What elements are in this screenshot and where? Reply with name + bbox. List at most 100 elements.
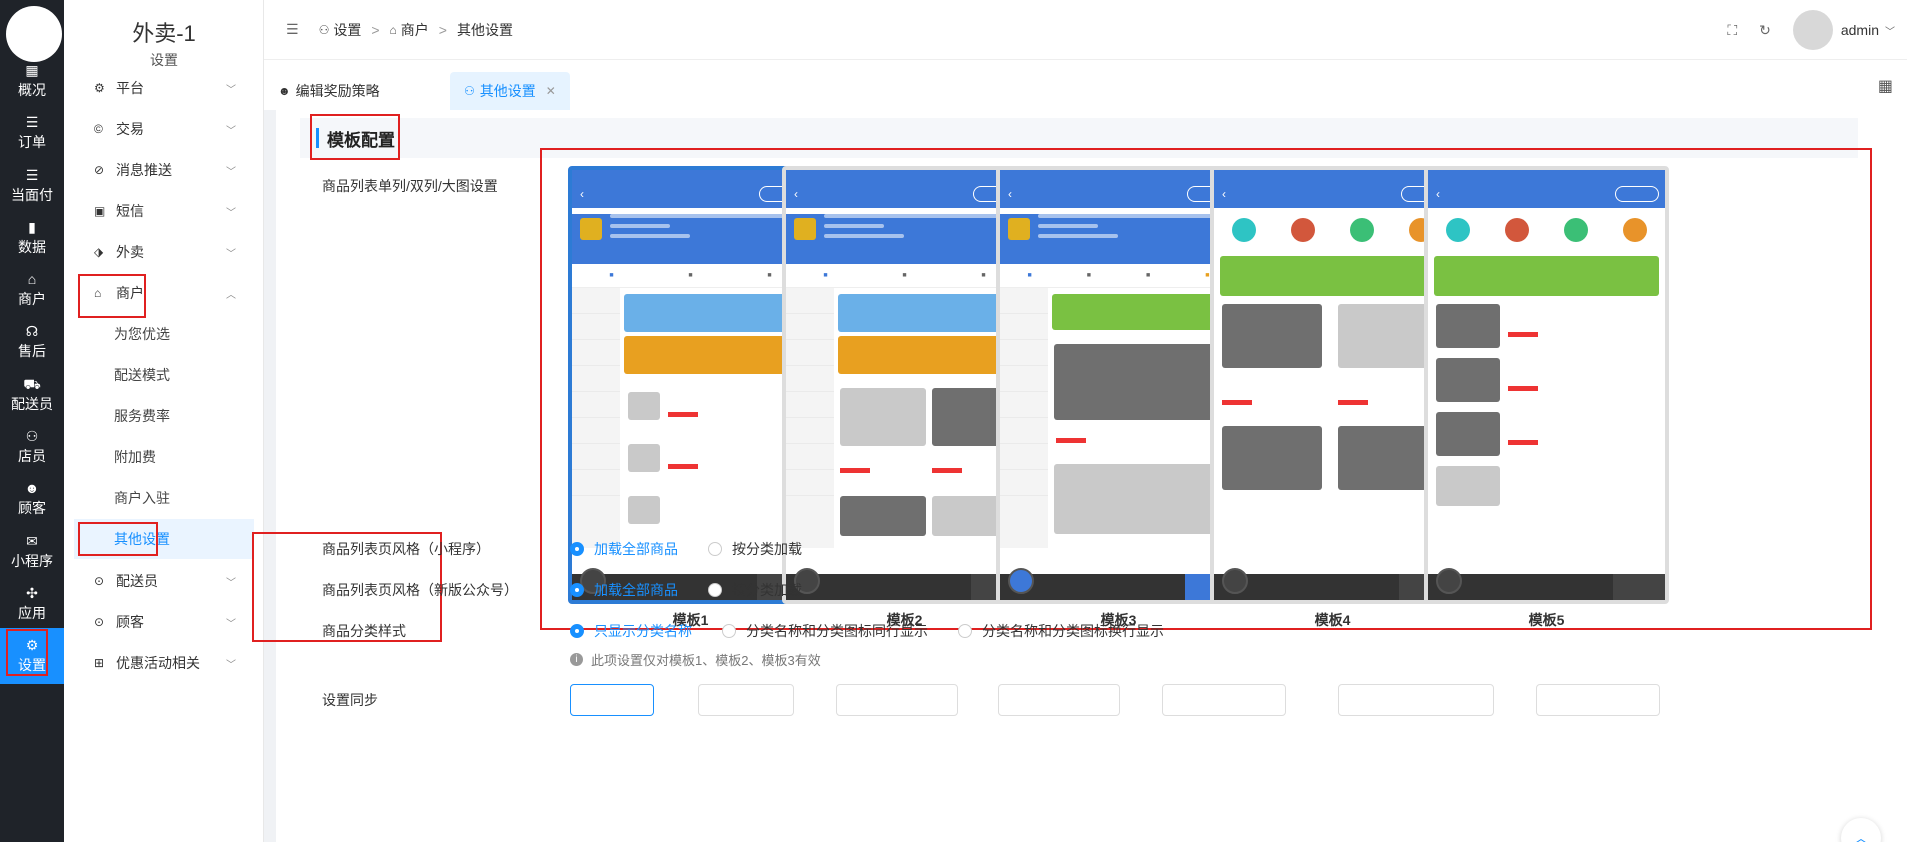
- sync-option-button[interactable]: [836, 684, 958, 716]
- phone-nav-bar: ‹: [1214, 180, 1451, 208]
- store-icon: ⌂: [27, 271, 37, 287]
- store-logo: [580, 218, 602, 240]
- phone-nav-bar: ‹: [786, 180, 1023, 208]
- chevron-down-icon: ﹀: [226, 659, 236, 671]
- menu-item-merchant[interactable]: ⌂ 商户 ︿: [64, 273, 264, 313]
- promo-banner: [1220, 256, 1445, 296]
- template-card-4[interactable]: ‹: [1210, 166, 1455, 604]
- menu-item-label: 消息推送: [116, 162, 172, 178]
- submenu-item-service-rate[interactable]: 服务费率: [64, 396, 264, 436]
- submenu-item-surcharge[interactable]: 附加费: [64, 437, 264, 477]
- rail-item-label: 订单: [18, 134, 46, 150]
- phone-body: [572, 288, 809, 548]
- grid-icon[interactable]: ▦: [1878, 76, 1893, 96]
- rail-item-miniprogram[interactable]: ✉ 小程序: [0, 523, 64, 581]
- refresh-icon[interactable]: ↻: [1759, 22, 1771, 39]
- tab-other-settings[interactable]: ⚇ 其他设置 ✕: [450, 72, 570, 110]
- page-tabs: ☻ 编辑奖励策略 ⚇ 其他设置 ✕ ▦: [264, 60, 1907, 110]
- chevron-down-icon: ﹀: [226, 618, 236, 630]
- menu-item-push[interactable]: ⊘ 消息推送 ﹀: [64, 150, 264, 190]
- rail-item-label: 概况: [18, 82, 46, 98]
- user-avatar[interactable]: [1792, 10, 1833, 50]
- submenu-item-merchant-join[interactable]: 商户入驻: [64, 478, 264, 518]
- rail-item-label: 顾客: [18, 500, 46, 516]
- rail-item-overview[interactable]: ▦ 概况: [0, 52, 64, 110]
- menu-item-label: 交易: [116, 121, 144, 137]
- list-mode-label: 商品列表单列/双列/大图设置: [322, 178, 498, 194]
- info-icon: i: [570, 653, 583, 666]
- sync-option-button[interactable]: [1162, 684, 1286, 716]
- sync-option-button[interactable]: [1536, 684, 1660, 716]
- gear-icon: ⚙: [94, 81, 105, 95]
- dashboard-icon: ▦: [25, 62, 39, 78]
- message-icon: ▣: [94, 204, 106, 218]
- collapse-menu-icon[interactable]: ☰: [286, 21, 299, 38]
- menu-item-platform[interactable]: ⚙ 平台 ﹀: [64, 68, 264, 108]
- menu-item-promotions[interactable]: ⊞ 优惠活动相关 ﹀: [64, 643, 264, 683]
- breadcrumb-item[interactable]: 设置: [333, 20, 361, 40]
- breadcrumb-item[interactable]: 商户: [401, 20, 429, 40]
- list-icon: ☰: [25, 167, 39, 183]
- chevron-down-icon[interactable]: ﹀: [1885, 23, 1895, 38]
- menu-item-trade[interactable]: © 交易 ﹀: [64, 109, 264, 149]
- menu-item-courier[interactable]: ⊙ 配送员 ﹀: [64, 561, 264, 601]
- rail-item-face-pay[interactable]: ☰ 当面付: [0, 157, 64, 215]
- gift-icon: ⊞: [94, 656, 105, 670]
- sync-option-button[interactable]: [998, 684, 1120, 716]
- radio-label: 分类名称和分类图标换行显示: [982, 623, 1164, 639]
- capsule-icon: [1615, 186, 1659, 202]
- back-to-top-button[interactable]: ︿: [1841, 818, 1881, 842]
- category-style-radio-group: 只显示分类名称 分类名称和分类图标同行显示 分类名称和分类图标换行显示: [570, 621, 1194, 641]
- radio-name-only[interactable]: 只显示分类名称: [570, 621, 692, 641]
- radio-dot: [958, 624, 972, 638]
- close-icon[interactable]: ✕: [546, 84, 556, 98]
- rail-item-settings[interactable]: ⚙ 设置: [0, 628, 64, 684]
- rail-item-aftersale[interactable]: ☊ 售后: [0, 313, 64, 371]
- sync-option-button[interactable]: [698, 684, 794, 716]
- rail-item-data[interactable]: ▮ 数据: [0, 209, 64, 267]
- menu-item-label: 优惠活动相关: [116, 655, 200, 671]
- sync-option-button[interactable]: [1338, 684, 1494, 716]
- menu-item-customer[interactable]: ⊙ 顾客 ﹀: [64, 602, 264, 642]
- radio-name-icon-inline[interactable]: 分类名称和分类图标同行显示: [722, 621, 928, 641]
- rail-item-apps[interactable]: ✣ 应用: [0, 575, 64, 633]
- radio-label: 分类名称和分类图标同行显示: [746, 623, 928, 639]
- back-icon: ‹: [1436, 187, 1440, 201]
- rail-item-orders[interactable]: ☰ 订单: [0, 104, 64, 162]
- submenu-item-other-settings[interactable]: 其他设置: [74, 519, 254, 559]
- phone-tabs: ■ ■ ■: [786, 264, 1023, 288]
- radio-load-all-oa[interactable]: 加载全部商品: [570, 580, 678, 600]
- headset-icon: ☊: [25, 323, 39, 339]
- rail-item-courier[interactable]: ⛟ 配送员: [0, 366, 64, 424]
- chevron-down-icon: ﹀: [226, 166, 236, 178]
- rail-item-merchant[interactable]: ⌂ 商户: [0, 261, 64, 319]
- username[interactable]: admin: [1841, 22, 1879, 38]
- compass-icon: ⊙: [94, 574, 105, 588]
- scooter-icon: ⛟: [23, 376, 41, 392]
- rail-item-customer[interactable]: ☻ 顾客: [0, 470, 64, 528]
- chevron-down-icon: ﹀: [226, 577, 236, 589]
- menu-item-takeout[interactable]: ⬗ 外卖 ﹀: [64, 232, 264, 272]
- sync-option-button[interactable]: [570, 684, 654, 716]
- radio-load-all-mini[interactable]: 加载全部商品: [570, 539, 678, 559]
- radio-name-icon-wrap[interactable]: 分类名称和分类图标换行显示: [958, 621, 1164, 641]
- template-card-5[interactable]: ‹: [1424, 166, 1669, 604]
- template-card-3[interactable]: ‹ ■ ■ ■ ■: [996, 166, 1241, 604]
- submenu-item-preferred[interactable]: 为您优选: [64, 314, 264, 354]
- tab-edit-reward-strategy[interactable]: ☻ 编辑奖励策略: [264, 72, 394, 110]
- phone-cart-bar: [1428, 568, 1665, 600]
- breadcrumb-separator: >: [371, 21, 380, 38]
- section-header: 模板配置: [300, 118, 1858, 158]
- rail-item-label: 设置: [18, 657, 46, 673]
- phone-status-bar: [1214, 170, 1451, 180]
- radio-load-by-category-mini[interactable]: 按分类加载: [708, 539, 802, 559]
- rail-item-staff[interactable]: ⚇ 店员: [0, 418, 64, 476]
- radio-dot: [722, 624, 736, 638]
- submenu-item-delivery-mode[interactable]: 配送模式: [64, 355, 264, 395]
- radio-dot: [570, 583, 584, 597]
- menu-item-sms[interactable]: ▣ 短信 ﹀: [64, 191, 264, 231]
- radio-load-by-category-oa[interactable]: 按分类加载: [708, 580, 802, 600]
- phone-tabs: ■ ■ ■: [572, 264, 809, 288]
- icon-rail: ▦ 概况 ☰ 订单 ☰ 当面付 ▮ 数据 ⌂ 商户 ☊ 售后 ⛟ 配送员 ⚇ 店…: [0, 0, 64, 842]
- fullscreen-icon[interactable]: ⛶: [1727, 22, 1737, 39]
